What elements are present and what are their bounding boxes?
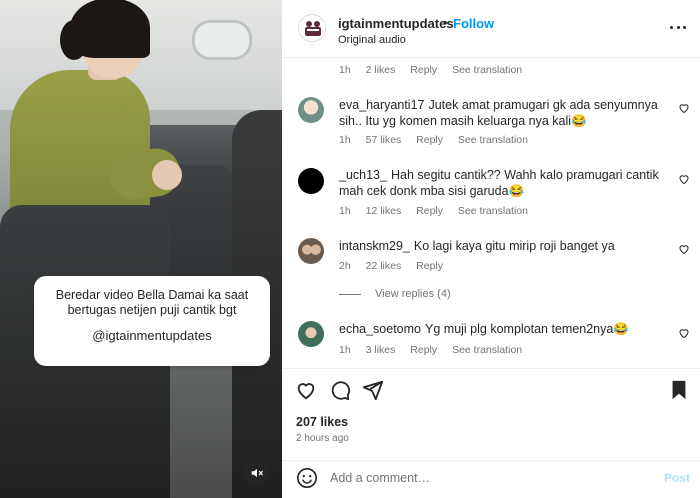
heart-icon[interactable] [678,173,690,185]
audio-label[interactable]: Original audio [338,34,406,46]
comment-avatar[interactable] [298,97,324,123]
add-comment-bar: Post [282,460,700,498]
comment-avatar[interactable] [298,168,324,194]
replies-divider [339,293,361,295]
reply-button[interactable]: Reply [410,64,437,76]
heart-icon[interactable] [678,102,690,114]
reply-button[interactable]: Reply [410,344,437,356]
see-translation-button[interactable]: See translation [458,134,528,146]
author-avatar[interactable] [298,14,326,42]
reply-button[interactable]: Reply [416,134,443,146]
dot-icon [683,25,686,29]
caption-line-2: bertugas netijen puji cantik bgt [67,303,237,317]
comment-time: 1h [339,64,351,76]
post-button[interactable]: Post [664,471,690,485]
post-panel: igtainmentupdates • Follow Original audi… [282,0,700,498]
comment-body: Yg muji plg komplotan temen2nya😂 [425,322,629,336]
dot-icon [676,25,680,29]
comment-text: eva_haryanti17 Jutek amat pramugari gk ad… [339,97,661,129]
comment-time: 1h [339,134,351,146]
view-replies-label: View replies (4) [375,288,451,300]
mute-button[interactable] [244,460,270,486]
video-caption-box: Beredar video Bella Damai ka saat bertug… [34,276,270,366]
author-username[interactable]: igtainmentupdates [338,16,454,31]
comment-likes[interactable]: 22 likes [366,260,402,272]
comment-meta: 1h 12 likes Reply See translation [339,205,528,217]
comment-time: 2h [339,260,351,272]
reply-button[interactable]: Reply [416,260,443,272]
comment-likes[interactable]: 2 likes [366,64,396,76]
attendant-hand [152,160,182,190]
see-translation-button[interactable]: See translation [452,344,522,356]
comment-avatar[interactable] [298,238,324,264]
comment-icon[interactable] [329,379,351,401]
caption-line-1: Beredar video Bella Damai ka saat [55,288,249,302]
comment-time: 1h [339,344,351,356]
comment-input[interactable] [330,467,630,489]
speaker-muted-icon [251,468,263,478]
comment-body: Ko lagi kaya gitu mirip roji banget ya [413,239,615,253]
post-video[interactable]: Beredar video Bella Damai ka saat bertug… [0,0,282,498]
follow-button[interactable]: Follow [453,16,494,31]
see-translation-button[interactable]: See translation [458,205,528,217]
brand-logo-icon [300,16,325,41]
heart-icon[interactable] [678,243,690,255]
save-bookmark-icon[interactable] [668,379,690,401]
comment-username[interactable]: intanskm29_ [339,239,410,253]
comment-username[interactable]: echa_soetomo [339,322,421,336]
comment-text: intanskm29_ Ko lagi kaya gitu mirip roji … [339,238,661,254]
comment-meta: 1h 57 likes Reply See translation [339,134,528,146]
comment-likes[interactable]: 3 likes [366,344,396,356]
comment-meta: 1h 3 likes Reply See translation [339,344,522,356]
view-replies-button[interactable]: View replies (4) [339,288,451,300]
likes-count[interactable]: 207 likes [296,415,348,429]
comment-username[interactable]: eva_haryanti17 [339,98,424,112]
emoji-icon[interactable] [296,467,318,489]
caption-handle: @igtainmentupdates [92,328,212,343]
header-separator: • [443,15,448,30]
comment-avatar[interactable] [298,321,324,347]
comment-time: 1h [339,205,351,217]
cabin-window [192,20,252,60]
see-translation-button[interactable]: See translation [452,64,522,76]
comment-text: echa_soetomo Yg muji plg komplotan temen2… [339,321,661,337]
dot-icon [670,25,673,29]
post-header: igtainmentupdates • Follow Original audi… [282,0,700,58]
post-timestamp[interactable]: 2 hours ago [296,433,349,444]
comment-meta: 1h 2 likes Reply See translation [339,64,522,76]
like-icon[interactable] [295,379,317,401]
comment-meta: 2h 22 likes Reply [339,260,443,272]
share-icon[interactable] [362,379,384,401]
comment-text: _uch13_ Hah segitu cantik?? Wahh kalo pra… [339,167,661,199]
comment-likes[interactable]: 57 likes [366,134,402,146]
heart-icon[interactable] [678,327,690,339]
attendant-hair [70,0,150,58]
more-options-button[interactable] [670,22,686,32]
comment-likes[interactable]: 12 likes [366,205,402,217]
comment-username[interactable]: _uch13_ [339,168,387,182]
reply-button[interactable]: Reply [416,205,443,217]
